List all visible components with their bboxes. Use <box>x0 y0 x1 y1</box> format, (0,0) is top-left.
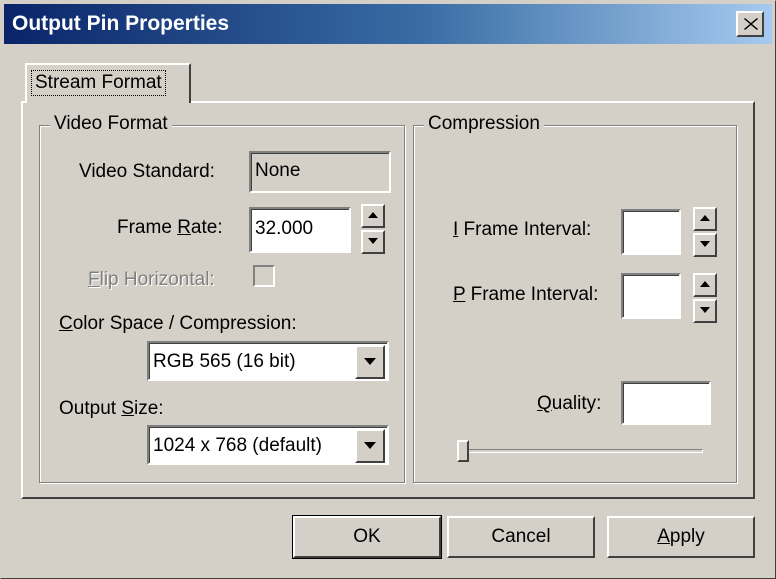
apply-button-label: Apply <box>657 526 705 547</box>
tab-stream-format-label: Stream Format <box>31 70 166 96</box>
dialog-window: Output Pin Properties Stream Format Vide… <box>0 0 776 579</box>
quality-label: Quality: <box>537 393 602 414</box>
p-frame-interval-input[interactable] <box>621 273 681 319</box>
close-button[interactable] <box>736 11 764 37</box>
cancel-button[interactable]: Cancel <box>447 516 595 558</box>
compression-legend: Compression <box>424 113 544 135</box>
quality-slider-thumb[interactable] <box>457 440 469 462</box>
output-size-label: Output Size: <box>59 398 164 419</box>
apply-button[interactable]: Apply <box>607 516 755 558</box>
frame-rate-input[interactable]: 32.000 <box>249 207 351 253</box>
frame-rate-spin-up-button[interactable] <box>361 204 385 228</box>
video-standard-field: None <box>249 151 391 193</box>
arrow-down-icon <box>368 238 378 244</box>
chevron-down-icon <box>364 442 376 449</box>
ok-button[interactable]: OK <box>292 515 442 559</box>
p-frame-interval-label: P Frame Interval: <box>453 284 599 305</box>
i-frame-interval-label: I Frame Interval: <box>453 219 592 240</box>
color-space-label: Color Space / Compression: <box>59 313 297 334</box>
tab-stream-format[interactable]: Stream Format <box>25 63 191 103</box>
output-size-value: 1024 x 768 (default) <box>153 435 323 456</box>
ok-button-label: OK <box>353 526 381 547</box>
chevron-down-icon <box>364 358 376 365</box>
arrow-down-icon <box>700 307 710 313</box>
frame-rate-label: Frame Rate: <box>117 217 223 238</box>
quality-slider-track <box>459 449 703 453</box>
output-size-dropdown-button[interactable] <box>355 429 385 463</box>
frame-rate-spin-down-button[interactable] <box>361 230 385 254</box>
video-format-legend: Video Format <box>50 113 172 135</box>
arrow-up-icon <box>700 215 710 221</box>
i-frame-interval-spin-up-button[interactable] <box>693 207 717 231</box>
video-standard-value: None <box>255 160 301 181</box>
flip-horizontal-checkbox[interactable] <box>253 265 275 287</box>
color-space-dropdown-button[interactable] <box>355 345 385 379</box>
flip-horizontal-label: Flip Horizontal: <box>88 269 215 290</box>
i-frame-interval-input[interactable] <box>621 209 681 255</box>
arrow-down-icon <box>700 241 710 247</box>
i-frame-interval-spin-down-button[interactable] <box>693 233 717 257</box>
color-space-value: RGB 565 (16 bit) <box>153 351 296 372</box>
video-standard-label: Video Standard: <box>79 161 215 182</box>
p-frame-interval-spin-down-button[interactable] <box>693 299 717 323</box>
p-frame-interval-spin-up-button[interactable] <box>693 273 717 297</box>
close-icon <box>744 18 758 30</box>
frame-rate-value: 32.000 <box>255 218 314 239</box>
output-size-select[interactable]: 1024 x 768 (default) <box>147 425 389 465</box>
color-space-select[interactable]: RGB 565 (16 bit) <box>147 341 389 381</box>
title-bar[interactable]: Output Pin Properties <box>4 4 772 44</box>
window-title: Output Pin Properties <box>12 12 230 35</box>
arrow-up-icon <box>700 281 710 287</box>
cancel-button-label: Cancel <box>491 526 551 547</box>
arrow-up-icon <box>368 212 378 218</box>
quality-input[interactable] <box>621 381 711 425</box>
